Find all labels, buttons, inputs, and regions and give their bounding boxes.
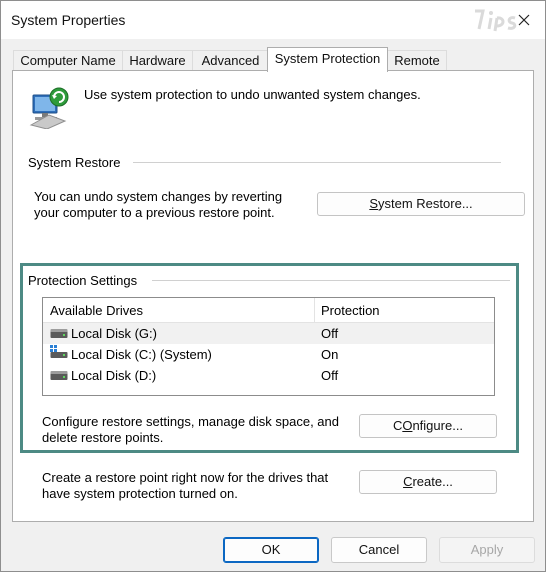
drive-name: Local Disk (G:) [71,326,157,341]
column-header-available-drives[interactable]: Available Drives [50,303,143,318]
cancel-button[interactable]: Cancel [331,537,427,563]
window-title: System Properties [11,12,126,28]
title-bar: System Properties [1,1,545,39]
system-restore-description-line2: your computer to a previous restore poin… [34,205,275,220]
system-restore-description-line1: You can undo system changes by reverting [34,189,283,204]
system-protection-icon [29,85,73,130]
system-properties-window: System Properties Computer Name Hardware… [0,0,546,572]
available-drives-list[interactable]: Available Drives Protection Local Disk (… [42,297,495,396]
drive-name: Local Disk (C:) (System) [71,347,212,362]
create-button[interactable]: Create... [359,470,497,494]
drive-row-d[interactable]: Local Disk (D:) Off [43,365,494,386]
close-icon [518,14,530,26]
close-button[interactable] [508,4,540,36]
apply-button[interactable]: Apply [439,537,535,563]
configure-button[interactable]: COnfigure... [359,414,497,438]
drive-row-g[interactable]: Local Disk (G:) Off [43,323,494,344]
configure-description-line2: delete restore points. [42,430,164,445]
configure-description-line1: Configure restore settings, manage disk … [42,414,340,429]
tab-computer-name[interactable]: Computer Name [13,50,123,71]
system-restore-divider [133,162,501,163]
tab-system-protection[interactable]: System Protection [267,47,388,72]
drive-protection-status: On [321,347,339,362]
drive-protection-status: Off [321,326,339,341]
create-description-line1: Create a restore point right now for the… [42,470,329,485]
column-separator[interactable] [314,298,315,322]
drive-icon [50,371,68,380]
ok-button[interactable]: OK [223,537,319,563]
column-header-protection[interactable]: Protection [321,303,380,318]
list-header: Available Drives Protection [43,298,494,323]
create-description-line2: have system protection turned on. [42,486,238,501]
drive-row-c[interactable]: Local Disk (C:) (System) On [43,344,494,365]
drive-icon [50,329,68,338]
tab-panel-system-protection: Use system protection to undo unwanted s… [12,70,534,522]
protection-settings-group-title: Protection Settings [28,273,138,288]
tab-advanced[interactable]: Advanced [192,50,269,71]
system-restore-button[interactable]: System Restore... [317,192,525,216]
tab-remote[interactable]: Remote [387,50,447,71]
system-restore-group-title: System Restore [28,155,121,170]
system-drive-icon [50,345,68,358]
drive-protection-status: Off [321,368,339,383]
intro-text: Use system protection to undo unwanted s… [84,87,421,102]
drive-name: Local Disk (D:) [71,368,157,383]
protection-settings-divider [152,280,510,281]
tab-hardware[interactable]: Hardware [122,50,193,71]
